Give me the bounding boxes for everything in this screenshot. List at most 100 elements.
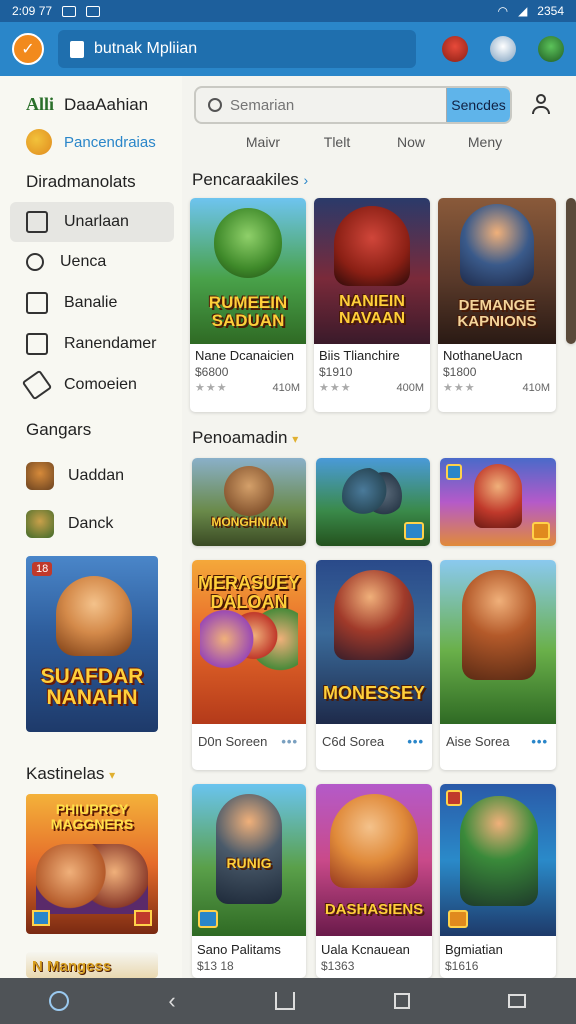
character-art <box>216 794 282 904</box>
brand-name: DaaAahian <box>64 95 149 114</box>
recents-icon[interactable] <box>508 994 527 1008</box>
status-bar: 2:09 77 ◠ ◢ 2354 <box>0 0 576 22</box>
game-card[interactable]: MONESSEY C6d Sorea ••• <box>316 560 432 770</box>
game-card-title-art: DASHASIENS <box>324 901 424 918</box>
more-options-icon[interactable]: ••• <box>531 734 548 749</box>
monkey-avatar-icon <box>26 510 54 538</box>
rating-stars: ★★★ <box>319 382 352 394</box>
tab-maivr[interactable]: Maivr <box>226 134 300 150</box>
chevron-right-icon: › <box>303 172 309 188</box>
game-card-name: D0n Soreen <box>198 734 268 749</box>
game-card[interactable]: RUNIG Sano Palitams $13 18 <box>192 784 306 978</box>
promo-banner[interactable]: 18 SUAFDAR NANAHN <box>26 556 158 732</box>
game-card-price: $1800 <box>443 365 477 379</box>
sidebar: Alli DaaAahian Pancendraias Diradmanolat… <box>0 76 182 978</box>
promo-title: SUAFDAR NANAHN <box>40 665 144 709</box>
app-logo-icon[interactable]: ✓ <box>12 33 44 65</box>
back-icon[interactable]: ‹ <box>168 988 175 1014</box>
app-search-text: butnak Mpliian <box>94 40 198 57</box>
promo3-title: N Mangess <box>32 958 112 975</box>
search-bar: Sencdes <box>194 86 512 124</box>
flag-icon <box>32 910 50 926</box>
sidebar-game-label: Uaddan <box>68 467 125 484</box>
sidebar-item-label: Uenca <box>60 253 107 270</box>
avatar-white-icon[interactable] <box>490 36 516 62</box>
game-tile[interactable]: MONGHNIAN <box>192 458 306 546</box>
game-tile[interactable] <box>440 458 556 546</box>
mail-icon <box>62 5 77 17</box>
sidebar-item-comoeien[interactable]: Comoeien <box>10 365 174 405</box>
character-art <box>460 204 534 286</box>
section-heading: Penoamadin ▾ <box>192 428 298 448</box>
character-art <box>462 570 536 680</box>
pending-label: Pancendraias <box>64 133 156 151</box>
search-button[interactable]: Sencdes <box>446 88 510 122</box>
games-heading: Gangars <box>26 420 92 439</box>
game-card[interactable]: DASHASIENS Uala Kcnauean $1363 <box>316 784 432 978</box>
sidebar-item-label: Banalie <box>64 294 118 311</box>
kastinelas-heading: Kastinelas ▾ <box>0 764 115 784</box>
game-card[interactable]: MERASUEY DALOAN D0n Soreen ••• <box>192 560 306 770</box>
game-card-size: 410M <box>272 381 300 394</box>
app-search-field[interactable]: butnak Mpliian <box>58 30 416 68</box>
character-art <box>214 208 282 278</box>
chevron-down-icon: ▾ <box>109 768 116 782</box>
clock: 2:09 77 <box>12 4 53 18</box>
sidebar-item-unarlaan[interactable]: Unarlaan <box>10 202 174 242</box>
tab-meny[interactable]: Meny <box>448 134 522 150</box>
document-icon <box>70 40 84 58</box>
game-card[interactable]: NANIEIN NAVAAN Biis Tlianchire $1910 ★★★… <box>314 198 430 412</box>
tab-now[interactable]: Now <box>374 134 448 150</box>
search-icon <box>208 98 222 112</box>
sidebar-item-uenca[interactable]: Uenca <box>10 242 174 282</box>
avatar-green-icon[interactable] <box>538 36 564 62</box>
game-card-title-art: RUMEEIN SADUAN <box>208 293 288 330</box>
tab-tlelt[interactable]: Tlelt <box>300 134 374 150</box>
more-options-icon[interactable]: ••• <box>407 734 424 749</box>
game-card[interactable]: Aise Sorea ••• <box>440 560 556 770</box>
sidebar-game-danck[interactable]: Danck <box>26 510 113 538</box>
character-art <box>224 466 274 516</box>
magnifier-icon <box>26 253 44 271</box>
promo-character-image <box>56 576 132 656</box>
game-tile[interactable] <box>316 458 430 546</box>
badge-icon <box>448 910 468 928</box>
game-card-partial[interactable] <box>566 198 576 344</box>
badge-icon <box>198 910 218 928</box>
game-card-name: C6d Sorea <box>322 734 385 749</box>
avatar-red-icon[interactable] <box>442 36 468 62</box>
signal-icon: ◢ <box>518 4 528 18</box>
image-icon <box>86 5 101 17</box>
game-card-name: Aise Sorea <box>446 734 510 749</box>
promo-banner-3[interactable]: N Mangess <box>26 952 158 978</box>
game-card-price: $1616 <box>445 959 479 973</box>
game-card-size: 410M <box>522 381 550 394</box>
sidebar-game-uaddan[interactable]: Uaddan <box>26 462 124 490</box>
game-card-name: Uala Kcnauean <box>321 942 410 957</box>
game-card-title-art: NANIEIN NAVAAN <box>338 293 406 327</box>
badge-icon <box>446 464 462 480</box>
search-input[interactable] <box>230 96 446 114</box>
home-button-icon[interactable] <box>274 992 295 1010</box>
game-card[interactable]: Bgmiatian $1616 <box>440 784 556 978</box>
pending-icon <box>26 129 52 155</box>
more-options-icon[interactable]: ••• <box>281 734 298 749</box>
characters-art <box>200 604 298 674</box>
user-profile-icon[interactable] <box>530 94 552 116</box>
app-launcher-icon[interactable] <box>49 991 70 1011</box>
character-art <box>334 570 414 660</box>
game-card-name: Bgmiatian <box>445 942 503 957</box>
sidebar-item-banalie[interactable]: Banalie <box>10 283 174 323</box>
game-card[interactable]: RUMEEIN SADUAN Nane Dcanaicien $6800 ★★★… <box>190 198 306 412</box>
overview-icon[interactable] <box>393 993 410 1009</box>
pending-link[interactable]: Pancendraias <box>0 115 182 155</box>
promo-banner-2[interactable]: PHIUPRCY MAGGNERS <box>26 794 158 934</box>
tab-bar: Maivr Tlelt Now Meny <box>226 134 522 150</box>
tag-icon <box>21 369 53 401</box>
game-card-image <box>440 784 556 936</box>
game-card[interactable]: DEMANGE KAPNIONS NothaneUacn $1800 ★★★ 41… <box>438 198 556 412</box>
app-bar: ✓ butnak Mpliian <box>0 22 576 76</box>
game-tile-title: MONGHNIAN <box>211 515 287 529</box>
game-card-size: 400M <box>396 381 424 394</box>
sidebar-item-ranendamer[interactable]: Ranendamer <box>10 324 174 364</box>
